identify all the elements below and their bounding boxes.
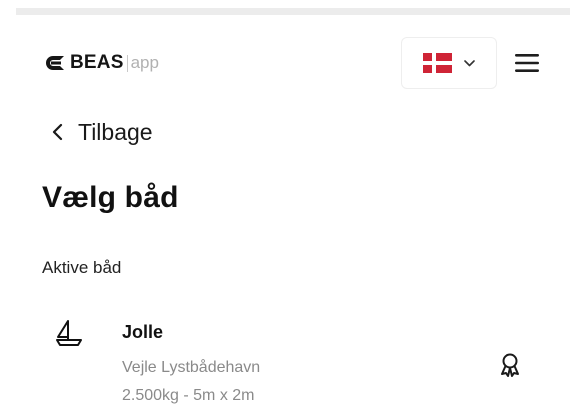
sailboat-icon	[56, 320, 82, 346]
top-strip	[16, 8, 570, 15]
section-label: Aktive båd	[42, 258, 122, 277]
logo-divider	[126, 54, 128, 72]
boat-harbor: Vejle Lystbådehavn	[122, 359, 261, 376]
boat-name: Jolle	[122, 322, 164, 342]
denmark-flag-icon	[423, 53, 452, 73]
logo-suffix: app	[130, 53, 159, 72]
back-label: Tilbage	[78, 118, 153, 145]
app-header: BEAS app	[0, 36, 570, 92]
award-icon[interactable]	[497, 352, 523, 378]
back-link[interactable]: Tilbage	[52, 117, 153, 147]
chevron-down-icon	[464, 59, 475, 66]
page-title: Vælg båd	[42, 181, 179, 214]
boat-list-item[interactable]: Jolle Vejle Lystbådehavn 2.500kg - 5m x …	[42, 310, 542, 408]
logo-brand: BEAS	[70, 52, 124, 73]
hamburger-menu-icon[interactable]	[512, 51, 542, 75]
boat-specs: 2.500kg - 5m x 2m	[122, 387, 255, 404]
beas-app-logo[interactable]: BEAS app	[42, 52, 159, 74]
beas-logo-icon	[46, 56, 64, 70]
language-selector[interactable]	[401, 37, 497, 89]
chevron-left-icon	[52, 123, 63, 141]
